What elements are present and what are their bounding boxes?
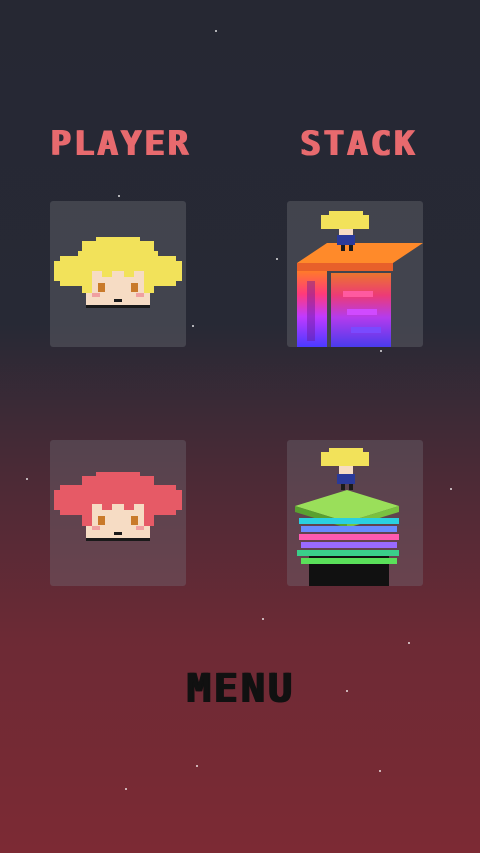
layered-stack-icon [295,448,399,586]
star [196,765,198,767]
stack-option-rainbow[interactable] [287,201,423,347]
player-column-header: PLAYER [49,124,191,164]
red-character-icon [54,472,182,541]
stack-option-layered[interactable] [287,440,423,586]
star [215,30,217,32]
star [262,618,264,620]
star [408,642,410,644]
star [125,788,127,790]
star [118,195,120,197]
star [379,770,381,772]
player-option-blonde[interactable] [50,201,186,347]
star [450,488,452,490]
menu-button[interactable]: MENU [0,666,480,712]
star [276,258,278,260]
star [192,325,194,327]
star [380,350,382,352]
rainbow-stack-icon [297,211,423,347]
blonde-character-icon [54,237,182,308]
player-option-red[interactable] [50,440,186,586]
stack-column-header: STACK [299,124,417,164]
star [26,478,28,480]
